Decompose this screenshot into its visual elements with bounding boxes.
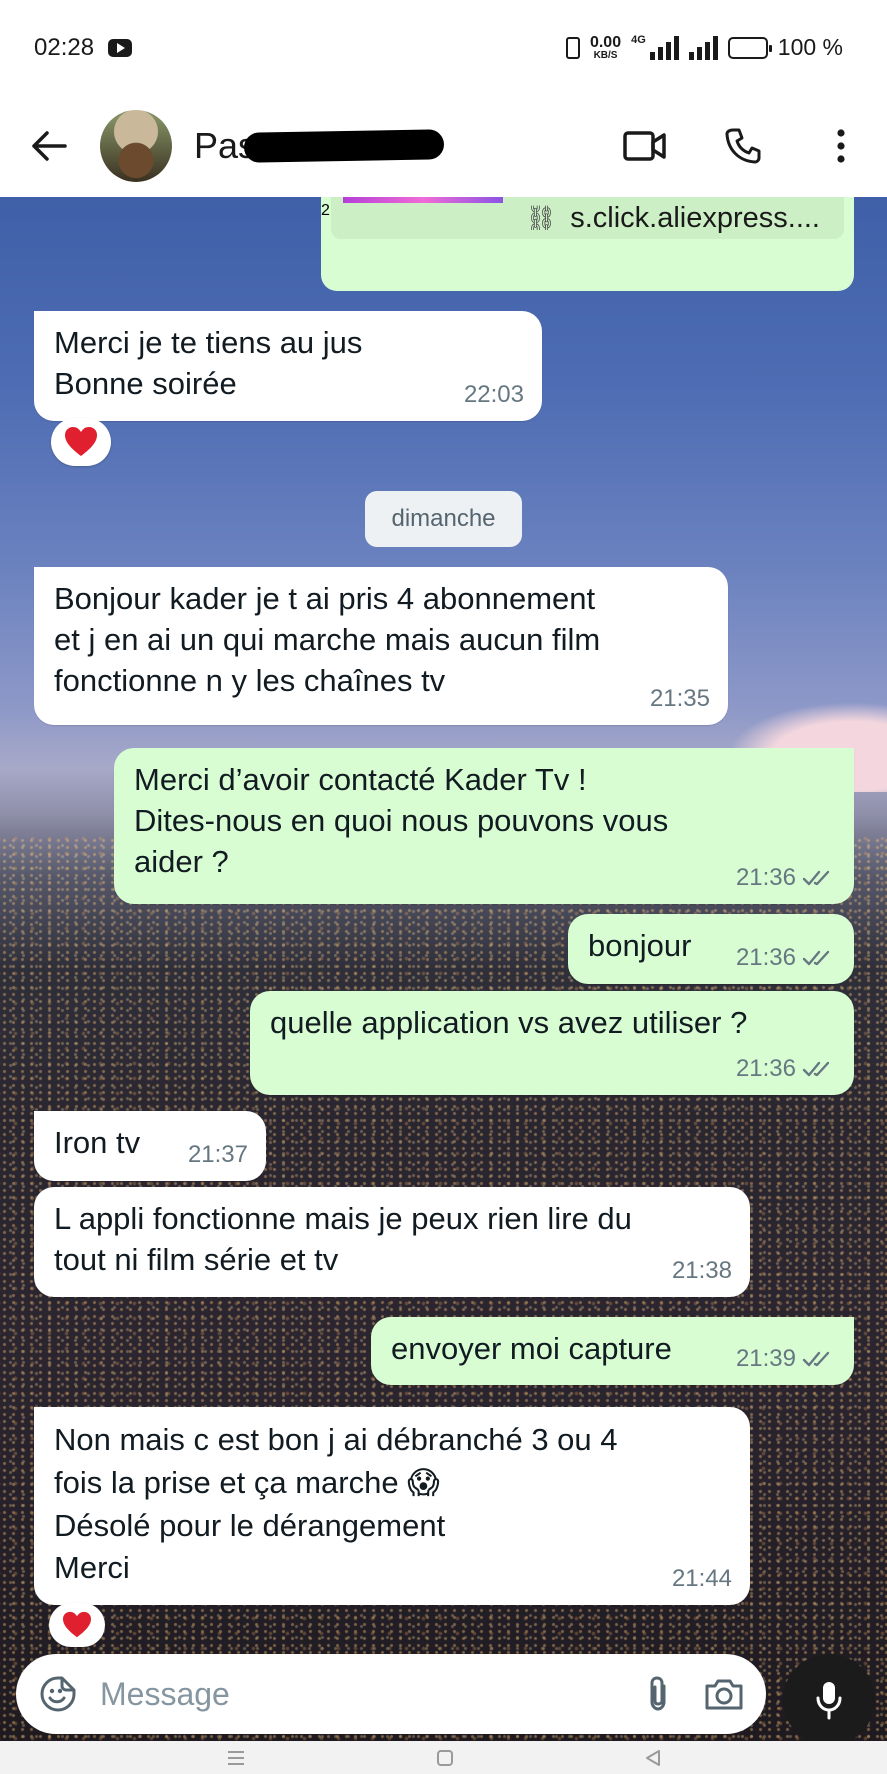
- message-meta: 22:03: [464, 379, 524, 411]
- message-time: 22:03: [463, 381, 524, 409]
- message-meta: 21:36: [736, 1053, 836, 1085]
- status-time: 02:28: [34, 33, 95, 61]
- read-receipt-icon: [802, 950, 830, 966]
- sticker-button[interactable]: [36, 1672, 80, 1716]
- message-meta: 21:36: [736, 862, 836, 894]
- link-icon: ⛓: [525, 204, 557, 232]
- home-button[interactable]: [436, 1749, 454, 1767]
- incoming-message[interactable]: Merci je te tiens au jus Bonne soirée 22…: [34, 311, 542, 421]
- message-text: quelle application vs avez utiliser ?: [270, 1005, 748, 1040]
- message-text: L appli fonctionne mais je peux rien lir…: [54, 1201, 632, 1277]
- camera-button[interactable]: [702, 1672, 746, 1716]
- link-preview-message[interactable]: ⛓ s.click.aliexpress.... 21:36: [321, 197, 854, 291]
- speed-unit: KB/S: [593, 49, 618, 61]
- status-right: 0.00 KB/S 4G 100 %: [565, 33, 843, 61]
- outgoing-message[interactable]: bonjour 21:36: [568, 914, 854, 984]
- message-composer: [16, 1654, 766, 1734]
- attach-button[interactable]: [636, 1672, 680, 1716]
- read-receipt-icon: [802, 1351, 830, 1367]
- message-text: Merci d’avoir contacté Kader Tv ! Dites-…: [134, 762, 669, 879]
- outgoing-message[interactable]: Merci d’avoir contacté Kader Tv ! Dites-…: [114, 748, 854, 904]
- incoming-message[interactable]: Iron tv 21:37: [34, 1111, 266, 1181]
- message-time: 21:36: [735, 864, 796, 892]
- link-preview-card[interactable]: ⛓ s.click.aliexpress....: [331, 197, 844, 239]
- paperclip-icon: [650, 1676, 666, 1711]
- more-vertical-icon: [837, 129, 845, 163]
- status-bar: 02:28 0.00 KB/S 4G 100 %: [0, 0, 887, 95]
- back-arrow-icon: [32, 131, 67, 161]
- video-call-button[interactable]: [623, 124, 667, 168]
- camera-icon: [705, 1679, 743, 1710]
- microphone-icon: [816, 1682, 842, 1720]
- message-time: 21:36: [735, 1055, 796, 1083]
- signal-icon: [649, 35, 679, 60]
- back-button[interactable]: [24, 121, 74, 171]
- message-time: 21:38: [671, 1257, 732, 1285]
- home-square-icon: [436, 1749, 453, 1766]
- menu-icon: [227, 1750, 244, 1765]
- network-speed: 0.00 KB/S: [589, 33, 622, 61]
- message-meta: 21:36: [736, 942, 836, 974]
- read-receipt-icon: [802, 870, 830, 886]
- battery-level: 100 %: [777, 34, 843, 60]
- message-input[interactable]: [100, 1675, 614, 1713]
- contact-name[interactable]: Pas: [194, 125, 445, 167]
- recent-apps-button[interactable]: [226, 1749, 246, 1767]
- message-time: 21:36: [735, 944, 796, 972]
- message-time: 21:44: [671, 1564, 732, 1592]
- battery-icon: [727, 36, 772, 59]
- message-meta: 21:44: [672, 1562, 732, 1595]
- message-text: Non mais c est bon j ai débranché 3 ou 4…: [54, 1422, 618, 1586]
- link-preview-url[interactable]: s.click.aliexpress....: [570, 202, 820, 235]
- incoming-message[interactable]: Non mais c est bon j ai débranché 3 ou 4…: [34, 1407, 750, 1605]
- system-nav-bar: [0, 1741, 887, 1774]
- message-time: 21:37: [187, 1141, 248, 1169]
- vibrate-icon: [565, 36, 580, 59]
- outgoing-message[interactable]: quelle application vs avez utiliser ? 21…: [250, 991, 854, 1095]
- heart-icon: [65, 427, 97, 456]
- youtube-notification-icon: [108, 38, 133, 57]
- phone-icon: [725, 128, 761, 164]
- more-options-button[interactable]: [819, 124, 863, 168]
- reaction-badge[interactable]: [49, 1603, 105, 1647]
- signal-icon-2: [688, 35, 718, 60]
- message-meta: 21:39: [736, 1343, 836, 1375]
- message-text: Merci je te tiens au jus Bonne soirée: [54, 325, 363, 401]
- back-nav-button[interactable]: [644, 1749, 662, 1767]
- outgoing-message[interactable]: envoyer moi capture 21:39: [371, 1317, 854, 1385]
- read-receipt-icon: [802, 1061, 830, 1077]
- redaction-mark: [243, 129, 445, 163]
- reaction-badge[interactable]: [51, 418, 111, 466]
- sticker-icon: [40, 1676, 76, 1712]
- contact-avatar[interactable]: [100, 110, 172, 182]
- chat-area[interactable]: ⛓ s.click.aliexpress.... 21:36 Merci je …: [0, 197, 887, 1741]
- message-meta: 21:38: [672, 1255, 732, 1287]
- voice-message-button[interactable]: [783, 1654, 875, 1746]
- incoming-message[interactable]: L appli fonctionne mais je peux rien lir…: [34, 1187, 750, 1297]
- video-call-icon: [623, 131, 666, 161]
- status-left: 02:28: [34, 33, 133, 62]
- date-separator: dimanche: [365, 491, 522, 547]
- chat-header: Pas: [0, 95, 887, 197]
- voice-call-button[interactable]: [721, 124, 765, 168]
- incoming-message[interactable]: Bonjour kader je t ai pris 4 abonnement …: [34, 567, 728, 725]
- header-actions: [623, 124, 863, 168]
- speed-value: 0.00: [589, 33, 622, 51]
- message-time: 21:35: [649, 685, 710, 713]
- message-meta: 21:37: [188, 1139, 248, 1171]
- back-triangle-icon: [645, 1749, 660, 1766]
- message-text: Bonjour kader je t ai pris 4 abonnement …: [54, 581, 601, 698]
- message-meta: 21:35: [650, 683, 710, 715]
- heart-icon: [63, 1611, 91, 1638]
- network-type: 4G: [631, 34, 646, 46]
- message-time: 21:39: [735, 1345, 796, 1373]
- link-preview-thumbnail: [343, 197, 503, 203]
